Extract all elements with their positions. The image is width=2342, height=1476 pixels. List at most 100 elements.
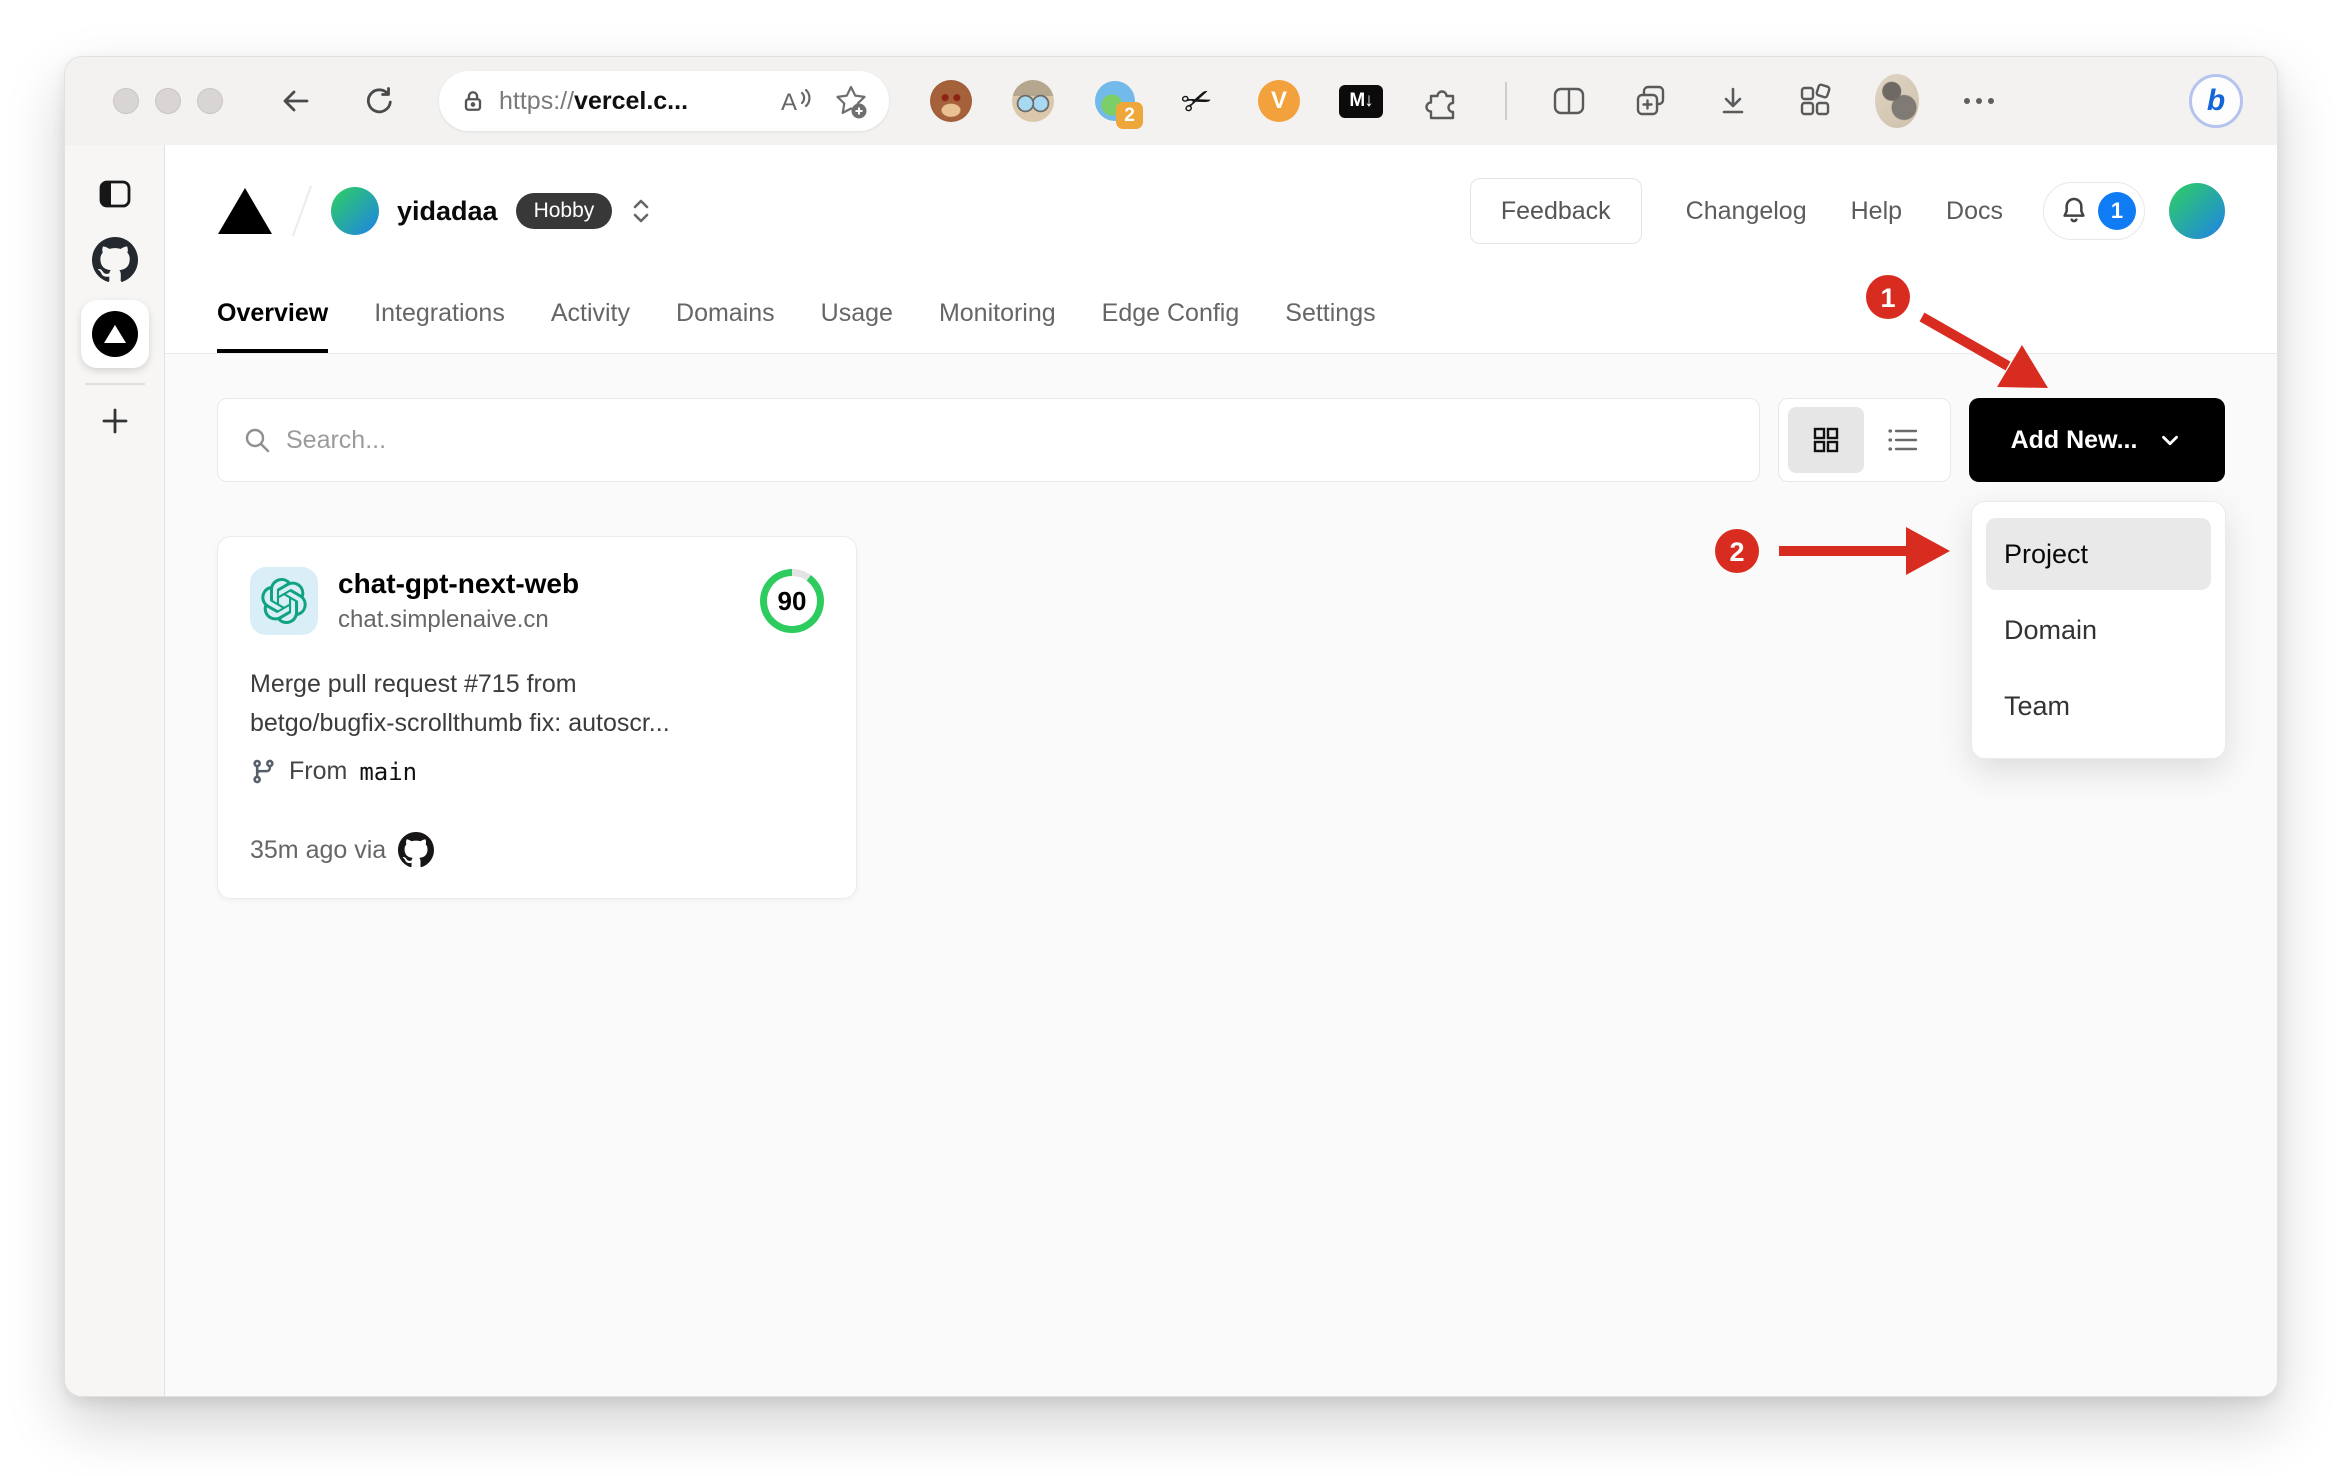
openai-logo [250,567,318,635]
tab-manager-extension-icon[interactable]: 2 [1093,79,1143,129]
split-screen-icon[interactable] [1547,79,1591,123]
edge-sidebar [65,145,165,1396]
window-controls [113,88,223,114]
tab-count-badge: 2 [1116,102,1143,129]
vercel-favicon [91,311,138,357]
translate-extension-icon[interactable] [1011,79,1055,123]
tab-edge-config[interactable]: Edge Config [1102,277,1240,353]
toolbar-divider [1505,82,1507,120]
overview-content: Add New... chat-gpt-next-web chat.simple… [165,354,2277,1396]
search-input[interactable] [286,425,1735,455]
refresh-icon[interactable] [361,84,395,118]
extensions-puzzle-icon[interactable] [1421,79,1465,123]
screen: https://vercel.c... A 2 ✂ V M↓ b yidadaa… [0,0,2342,1476]
controls-row: Add New... [217,398,2225,482]
github-favicon[interactable] [91,237,138,283]
search-box[interactable] [217,398,1760,482]
branch-row: From main [250,757,824,786]
add-new-button[interactable]: Add New... [1969,398,2225,482]
notifications-button[interactable]: 1 [2043,182,2145,240]
github-icon [398,832,435,868]
tab-integrations[interactable]: Integrations [374,277,505,353]
lock-icon [464,91,482,111]
commit-line-1: Merge pull request #715 from [250,670,577,698]
url-host: vercel.c... [574,86,689,115]
menu-item-project[interactable]: Project [1986,518,2211,590]
tab-usage[interactable]: Usage [821,277,893,353]
view-toggle [1778,398,1951,482]
close-window-button[interactable] [113,88,139,114]
scissors-extension-icon[interactable]: ✂ [1169,73,1225,129]
commit-message: Merge pull request #715 from betgo/bugfi… [250,665,824,743]
collections-icon[interactable] [1629,79,1673,123]
header-actions: Feedback Changelog Help Docs 1 [1469,178,2225,244]
vercel-header: yidadaa Hobby Feedback Changelog Help Do… [165,145,2277,277]
tab-overview[interactable]: Overview [217,277,329,353]
video-extension-icon[interactable]: V [1257,79,1301,123]
vercel-logo-triangle[interactable] [217,186,273,236]
project-titles: chat-gpt-next-web chat.simplenaive.cn [338,568,579,634]
notification-count-badge: 1 [2098,192,2136,230]
monkey-extension-icon[interactable] [929,79,973,123]
extensions-row: 2 ✂ V M↓ b [929,73,2243,129]
browser-profile-avatar[interactable] [1875,74,1919,128]
commit-line-2: betgo/bugfix-scrollthumb fix: autoscr... [250,709,670,737]
vercel-favicon-active[interactable] [80,300,149,368]
git-branch-icon [253,759,274,784]
tab-settings[interactable]: Settings [1285,277,1375,353]
sidebar-toggle-icon[interactable] [97,177,133,211]
tab-domains[interactable]: Domains [676,277,775,353]
project-domain[interactable]: chat.simplenaive.cn [338,606,579,634]
url-scheme: https:// [499,86,575,115]
menu-item-domain[interactable]: Domain [1986,594,2211,666]
browser-window: https://vercel.c... A 2 ✂ V M↓ b yidadaa… [64,56,2278,1397]
team-avatar[interactable] [331,187,379,235]
chevron-down-icon [2162,435,2179,446]
score-ring: 90 [760,569,824,633]
address-bar[interactable]: https://vercel.c... A [439,71,889,131]
sidebar-divider [84,383,145,385]
vercel-page: yidadaa Hobby Feedback Changelog Help Do… [165,145,2277,1396]
score-value: 90 [767,576,817,626]
back-icon[interactable] [279,84,313,118]
bing-chat-icon[interactable]: b [2189,74,2243,128]
vercel-tab-bar: Overview Integrations Activity Domains U… [165,277,2277,354]
menu-item-team[interactable]: Team [1986,670,2211,742]
add-new-menu: Project Domain Team [1971,501,2226,759]
more-menu-icon[interactable] [1957,79,2001,123]
user-avatar[interactable] [2169,183,2225,239]
bell-icon [2063,197,2085,223]
url-text: https://vercel.c... [499,87,688,116]
team-switcher-icon[interactable] [628,196,654,226]
breadcrumb-slash [291,185,313,237]
downloads-icon[interactable] [1711,79,1755,123]
browser-toolbar: https://vercel.c... A 2 ✂ V M↓ b [65,57,2277,145]
tab-activity[interactable]: Activity [551,277,630,353]
minimize-window-button[interactable] [155,88,181,114]
add-new-label: Add New... [2010,425,2138,454]
svg-text:A: A [781,89,797,116]
markdown-extension-icon[interactable]: M↓ [1339,79,1383,123]
project-name[interactable]: chat-gpt-next-web [338,568,579,600]
team-name[interactable]: yidadaa [397,196,498,227]
project-card[interactable]: chat-gpt-next-web chat.simplenaive.cn 90… [217,536,857,899]
help-link[interactable]: Help [1851,197,1902,226]
grid-view-button[interactable] [1788,407,1864,473]
branch-label: From [289,757,348,785]
changelog-link[interactable]: Changelog [1686,197,1807,226]
apps-layout-icon[interactable] [1793,79,1837,123]
deployment-time: 35m ago via [250,835,387,864]
search-icon [245,428,270,453]
project-card-header: chat-gpt-next-web chat.simplenaive.cn 90 [250,567,824,635]
zoom-window-button[interactable] [197,88,223,114]
list-view-button[interactable] [1865,407,1941,473]
deployment-meta: 35m ago via [250,832,824,868]
read-aloud-icon[interactable]: A [779,86,813,116]
add-tab-icon[interactable] [97,403,133,439]
branch-name: main [359,757,418,786]
docs-link[interactable]: Docs [1946,197,2003,226]
feedback-button[interactable]: Feedback [1469,178,1642,244]
tab-monitoring[interactable]: Monitoring [939,277,1056,353]
plan-badge: Hobby [515,193,613,229]
favorite-star-icon[interactable] [833,83,869,119]
